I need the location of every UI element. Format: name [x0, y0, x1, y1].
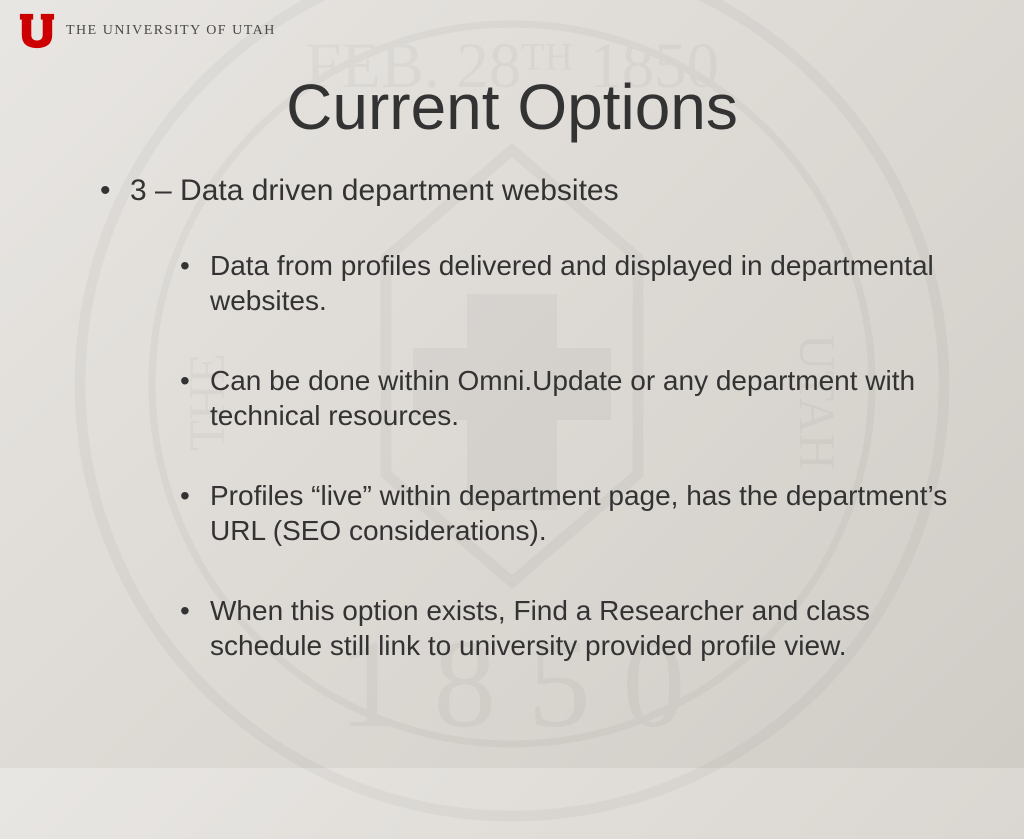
sub-bullet-item: Data from profiles delivered and display…	[180, 248, 954, 318]
main-bullet-list: 3 – Data driven department websites Data…	[70, 174, 954, 663]
slide-content: Current Options 3 – Data driven departme…	[0, 0, 1024, 663]
sub-bullet-list: Data from profiles delivered and display…	[130, 248, 954, 663]
sub-bullet-item: Can be done within Omni.Update or any de…	[180, 363, 954, 433]
main-point-text: 3 – Data driven department websites	[130, 174, 619, 207]
main-bullet-item: 3 – Data driven department websites Data…	[100, 174, 954, 663]
sub-bullet-item: Profiles “live” within department page, …	[180, 478, 954, 548]
slide-title: Current Options	[70, 70, 954, 144]
sub-bullet-item: When this option exists, Find a Research…	[180, 593, 954, 663]
